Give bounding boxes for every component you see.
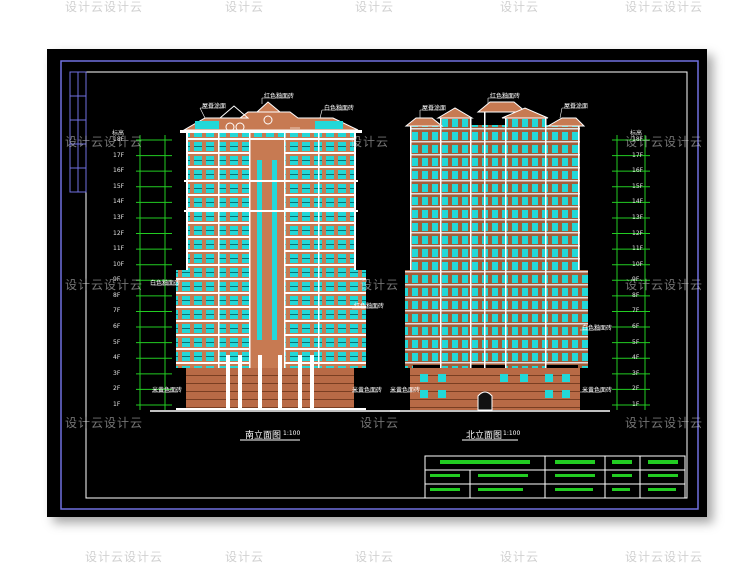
floor-label: 11F: [632, 245, 644, 253]
annotation-base-right: 米黄色面砖: [390, 387, 421, 394]
south-elevation-title: 南立面图: [245, 431, 282, 441]
watermark: 设计云设计云: [625, 550, 704, 564]
floor-label: 12F: [632, 229, 644, 237]
floor-label: 11F: [113, 245, 125, 253]
watermark: 设计云设计云: [65, 278, 144, 292]
watermark: 设计云设计云: [65, 135, 144, 149]
floor-label: 1F: [632, 401, 640, 408]
binding-strip: [69, 71, 87, 193]
floor-label: 7F: [632, 307, 640, 315]
floor-label: 5F: [113, 338, 121, 346]
annotation-tile-a-right: 红色釉面砖: [490, 93, 521, 100]
floor-label: 4F: [632, 354, 640, 362]
watermark: 设计云: [225, 550, 265, 564]
floor-label: 17F: [632, 151, 644, 159]
north-elevation-scale: 1:100: [503, 430, 521, 437]
right-dimension-chain: [612, 135, 650, 410]
watermark: 设计云设计云: [625, 135, 704, 149]
annotation-base-left: 米黄色面砖: [352, 387, 383, 394]
floor-label: 16F: [113, 167, 125, 175]
floor-label: 5F: [632, 338, 640, 346]
north-elevation-title: 北立面图: [466, 431, 503, 441]
annotation-tile-b-right: 屋脊涂面: [564, 103, 589, 110]
floor-label: 2F: [113, 385, 121, 393]
title-block-text: [430, 460, 678, 491]
watermark: 设计云设计云: [85, 550, 164, 564]
floor-label: 6F: [632, 323, 640, 331]
watermark: 设计云: [225, 0, 265, 14]
south-elevation-scale: 1:100: [283, 430, 301, 437]
annotation-roof-right: 屋脊涂面: [422, 105, 447, 112]
watermark: 设计云: [355, 0, 395, 14]
floor-label: 16F: [632, 167, 644, 175]
floor-label: 7F: [113, 307, 121, 315]
floor-label: 17F: [113, 151, 125, 159]
floor-label: 3F: [113, 369, 121, 377]
floor-label: 4F: [113, 354, 121, 362]
north-elevation: [390, 101, 610, 412]
left-dimension-chain: [136, 135, 172, 410]
floor-label: 10F: [632, 260, 644, 268]
floor-label: 15F: [632, 182, 644, 190]
floor-label: 14F: [113, 198, 125, 206]
watermark: 设计云设计云: [625, 0, 704, 14]
annotation-tile-a-left: 红色釉面砖: [264, 93, 295, 100]
annotation-tile-mid-left: 白色釉面砖: [150, 280, 181, 287]
watermark: 设计云设计云: [65, 0, 144, 14]
floor-label: 12F: [113, 229, 125, 237]
floor-label: 13F: [113, 213, 125, 221]
annotation-base-right-2: 米黄色面砖: [582, 387, 613, 394]
watermark: 设计云: [355, 550, 395, 564]
floor-label: 1F: [113, 401, 121, 408]
floor-label: 2F: [632, 385, 640, 393]
floor-label: 6F: [113, 323, 121, 331]
floor-label: 15F: [113, 182, 125, 190]
watermark: 设计云设计云: [65, 416, 144, 430]
floor-label: 13F: [632, 213, 644, 221]
annotation-tile-right-left: 红色釉面砖: [354, 303, 385, 310]
annotation-tile-mid-right: 白色釉面砖: [582, 325, 613, 332]
watermark: 设计云: [360, 416, 400, 430]
watermark: 设计云: [500, 0, 540, 14]
annotation-base-left-2: 米黄色面砖: [152, 387, 183, 394]
floor-label: 10F: [113, 260, 125, 268]
watermark: 设计云设计云: [625, 416, 704, 430]
watermark: 设计云设计云: [625, 278, 704, 292]
floor-label: 3F: [632, 369, 640, 377]
floor-label: 14F: [632, 198, 644, 206]
watermark: 设计云: [500, 550, 540, 564]
watermark: 设计云: [350, 135, 390, 149]
annotation-roof-left: 屋脊涂面: [202, 103, 227, 110]
annotation-tile-b-left: 白色釉面砖: [324, 105, 355, 112]
watermark: 设计云: [360, 278, 400, 292]
